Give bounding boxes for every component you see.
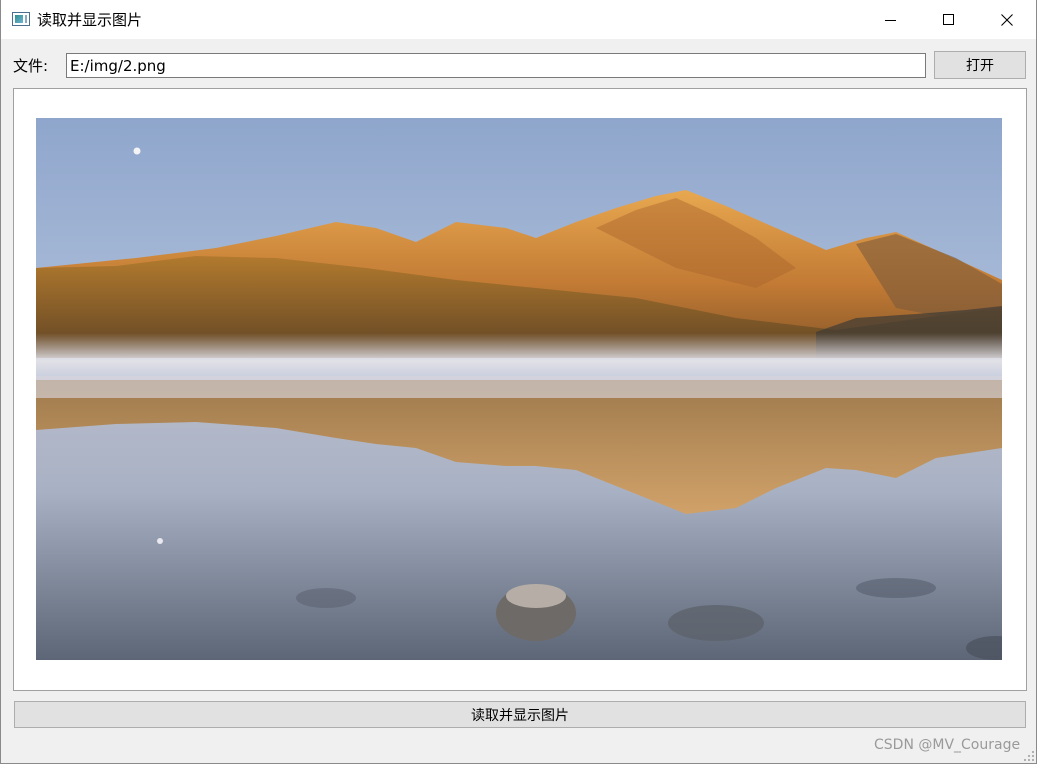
minimize-button[interactable] (862, 0, 920, 39)
close-button[interactable] (978, 0, 1036, 39)
title-bar[interactable]: 读取并显示图片 (1, 0, 1036, 39)
app-icon (12, 12, 30, 26)
maximize-button[interactable] (920, 0, 978, 39)
minimize-icon (885, 19, 896, 21)
resize-grip-icon[interactable] (1023, 750, 1035, 762)
maximize-icon (943, 13, 954, 25)
file-path-input[interactable] (66, 53, 926, 78)
watermark: CSDN @MV_Courage (874, 737, 1021, 753)
main-window: 读取并显示图片 文件: 打开 (0, 0, 1037, 764)
image-display-area (13, 88, 1027, 691)
read-display-button[interactable]: 读取并显示图片 (14, 701, 1026, 728)
open-button[interactable]: 打开 (934, 51, 1026, 79)
file-label: 文件: (13, 57, 49, 75)
close-icon (1001, 13, 1013, 26)
window-title: 读取并显示图片 (37, 11, 143, 29)
mountain-lake-photo (36, 118, 1002, 660)
